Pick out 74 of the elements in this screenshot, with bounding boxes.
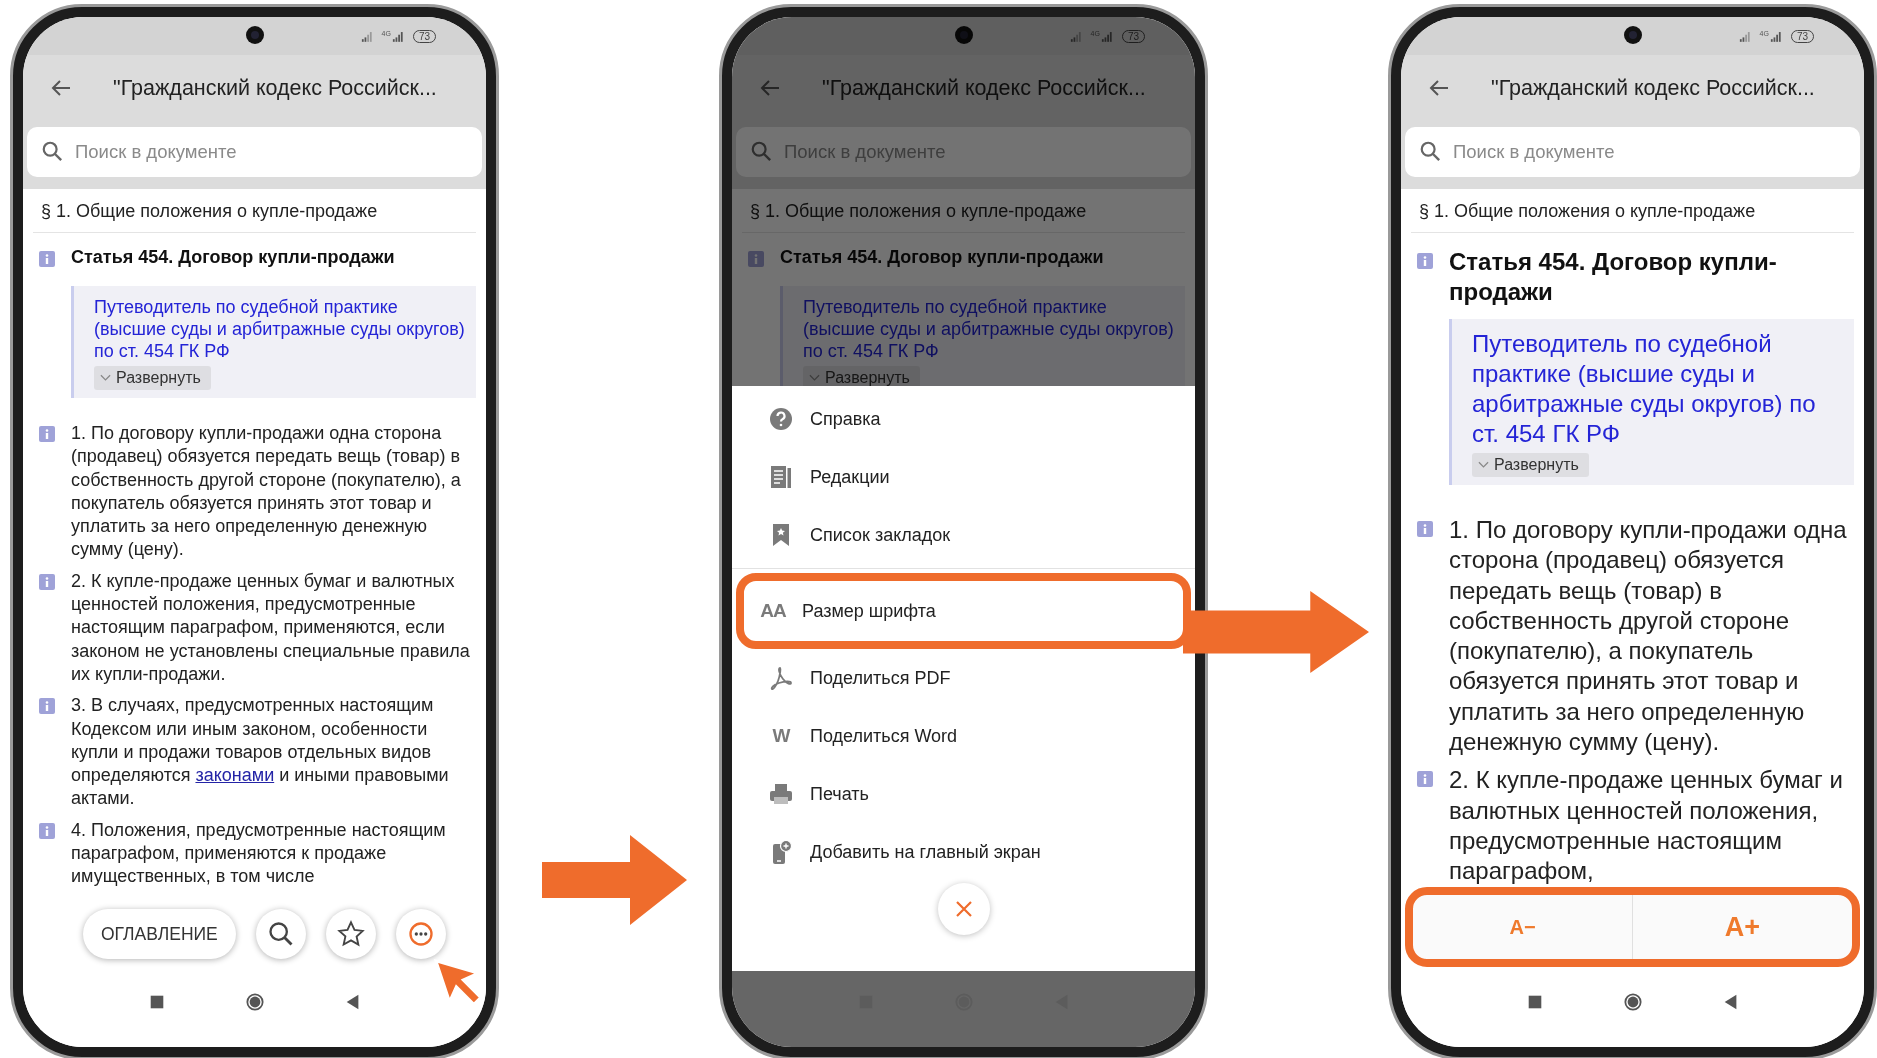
- search-button[interactable]: [255, 909, 306, 959]
- section-heading: § 1. Общие положения о купле-продаже: [742, 189, 1185, 233]
- info-icon[interactable]: [39, 251, 55, 267]
- info-icon[interactable]: [39, 822, 55, 839]
- document-title: "Гражданский кодекс Российск...: [113, 75, 437, 101]
- menu-item-label: Список закладок: [810, 524, 951, 546]
- guide-link[interactable]: Путеводитель по судебной практике (высшие суды и арбитражные суды округов) по ст. 454 ГК РФ: [94, 296, 468, 362]
- menu-item-label: Печать: [810, 783, 869, 805]
- menu-item-label: Добавить на главный экран: [810, 841, 1041, 863]
- menu-item-label: Редакции: [810, 466, 890, 488]
- more-button[interactable]: [395, 909, 446, 959]
- font-glyph-icon: AA: [760, 600, 786, 622]
- document-icon: [769, 465, 793, 489]
- expand-button[interactable]: Развернуть: [94, 366, 211, 390]
- menu-item[interactable]: Печать: [736, 765, 1191, 823]
- menu-item[interactable]: Добавить на главный экран: [736, 823, 1191, 881]
- camera-icon: [244, 25, 265, 45]
- paragraph-text: 2. К купле-продаже ценных бумаг и валютных ценностей положения, предусмотренные настоящим параграфом,: [1449, 765, 1844, 887]
- info-icon[interactable]: [1417, 771, 1433, 788]
- section-heading: § 1. Общие положения о купле-продаже: [33, 189, 476, 233]
- arrow-right-icon: [542, 835, 687, 925]
- star-icon: [336, 920, 365, 948]
- more-icon: [406, 920, 435, 948]
- menu-item[interactable]: W Поделиться Word: [736, 707, 1191, 765]
- contents-button[interactable]: ОГЛАВЛЕНИЕ: [83, 909, 236, 959]
- article-title: Статья 454. Договор купли-продажи: [780, 247, 1104, 268]
- info-icon[interactable]: [1417, 521, 1433, 537]
- info-icon[interactable]: [39, 573, 55, 590]
- paragraph-text: 3. В случаях, предусмотренных настоящим Кодексом или иным законом, особенности купли и продажи товаров отдельных видов определяются законами и иными правовыми актами.: [71, 694, 450, 811]
- menu-item-label: Поделиться PDF: [810, 667, 951, 689]
- home-icon[interactable]: [1623, 993, 1642, 1011]
- home-icon[interactable]: [245, 993, 264, 1011]
- search-field[interactable]: Поиск в документе: [1405, 127, 1860, 177]
- close-button[interactable]: [937, 883, 990, 935]
- font-glyph-icon: W: [772, 725, 790, 747]
- chevron-down-icon: [100, 374, 111, 382]
- law-link[interactable]: законами: [195, 765, 275, 786]
- paragraph-text: 4. Положения, предусмотренные настоящим параграфом, применяются к продаже имущественных, в том числе: [71, 818, 447, 889]
- help-icon: [769, 407, 793, 431]
- printer-icon: [769, 782, 793, 806]
- info-icon[interactable]: [1417, 253, 1433, 269]
- chevron-down-icon: [809, 374, 820, 382]
- document-title: "Гражданский кодекс Российск...: [1491, 75, 1815, 101]
- article-title: Статья 454. Договор купли-продажи: [71, 247, 395, 268]
- menu-item[interactable]: Редакции: [736, 448, 1191, 506]
- section-heading: § 1. Общие положения о купле-продаже: [1411, 189, 1854, 233]
- search-field[interactable]: Поиск в документе: [27, 127, 482, 177]
- search-icon: [750, 140, 772, 162]
- article-title: Статья 454. Договор купли-продажи: [1449, 247, 1778, 307]
- document-title: "Гражданский кодекс Российск...: [822, 75, 1146, 101]
- chevron-down-icon: [1478, 461, 1489, 469]
- menu-item-label: Поделиться Word: [810, 725, 958, 747]
- paragraph-text: 1. По договору купли-продажи одна сторона (продавец) обязуется передать вещь (товар) в собственность другой стороне (покупателю), а покупатель обязуется принять этот товар и уплатить за него определенную денежную сумму (цену).: [71, 422, 462, 562]
- camera-icon: [953, 25, 974, 45]
- info-icon[interactable]: [39, 426, 55, 442]
- search-icon: [41, 140, 63, 162]
- menu-item[interactable]: Справка: [736, 390, 1191, 448]
- menu-item[interactable]: Список закладок: [736, 506, 1191, 564]
- search-icon: [266, 920, 295, 948]
- expand-button[interactable]: Развернуть: [1472, 453, 1589, 477]
- info-icon[interactable]: [748, 251, 764, 267]
- camera-icon: [1622, 25, 1643, 45]
- pdf-icon: [769, 666, 793, 690]
- menu-item[interactable]: Поделиться PDF: [736, 649, 1191, 707]
- search-icon: [1419, 140, 1441, 162]
- paragraph-text: 1. По договору купли-продажи одна сторона (продавец) обязуется передать вещь (товар) в собственность другой стороне (покупателю), а покупатель обязуется принять этот товар и уплатить за него определенную денежную сумму (цену).: [1449, 515, 1848, 758]
- arrow-right-icon: [1183, 590, 1369, 674]
- menu-item-label: Справка: [810, 408, 881, 430]
- menu-item-label: Размер шрифта: [802, 600, 936, 622]
- bookmark-button[interactable]: [325, 909, 376, 959]
- paragraph-text: 2. К купле-продаже ценных бумаг и валютных ценностей положения, предусмотренные настоящим параграфом, применяются, если законом не установлены специальные правила их купли-продажи.: [71, 569, 471, 686]
- guide-link[interactable]: Путеводитель по судебной практике (высшие суды и арбитражные суды округов) по ст. 454 ГК РФ: [1472, 329, 1846, 449]
- menu-item[interactable]: AA Размер шрифта: [736, 573, 1191, 649]
- info-icon[interactable]: [39, 698, 55, 715]
